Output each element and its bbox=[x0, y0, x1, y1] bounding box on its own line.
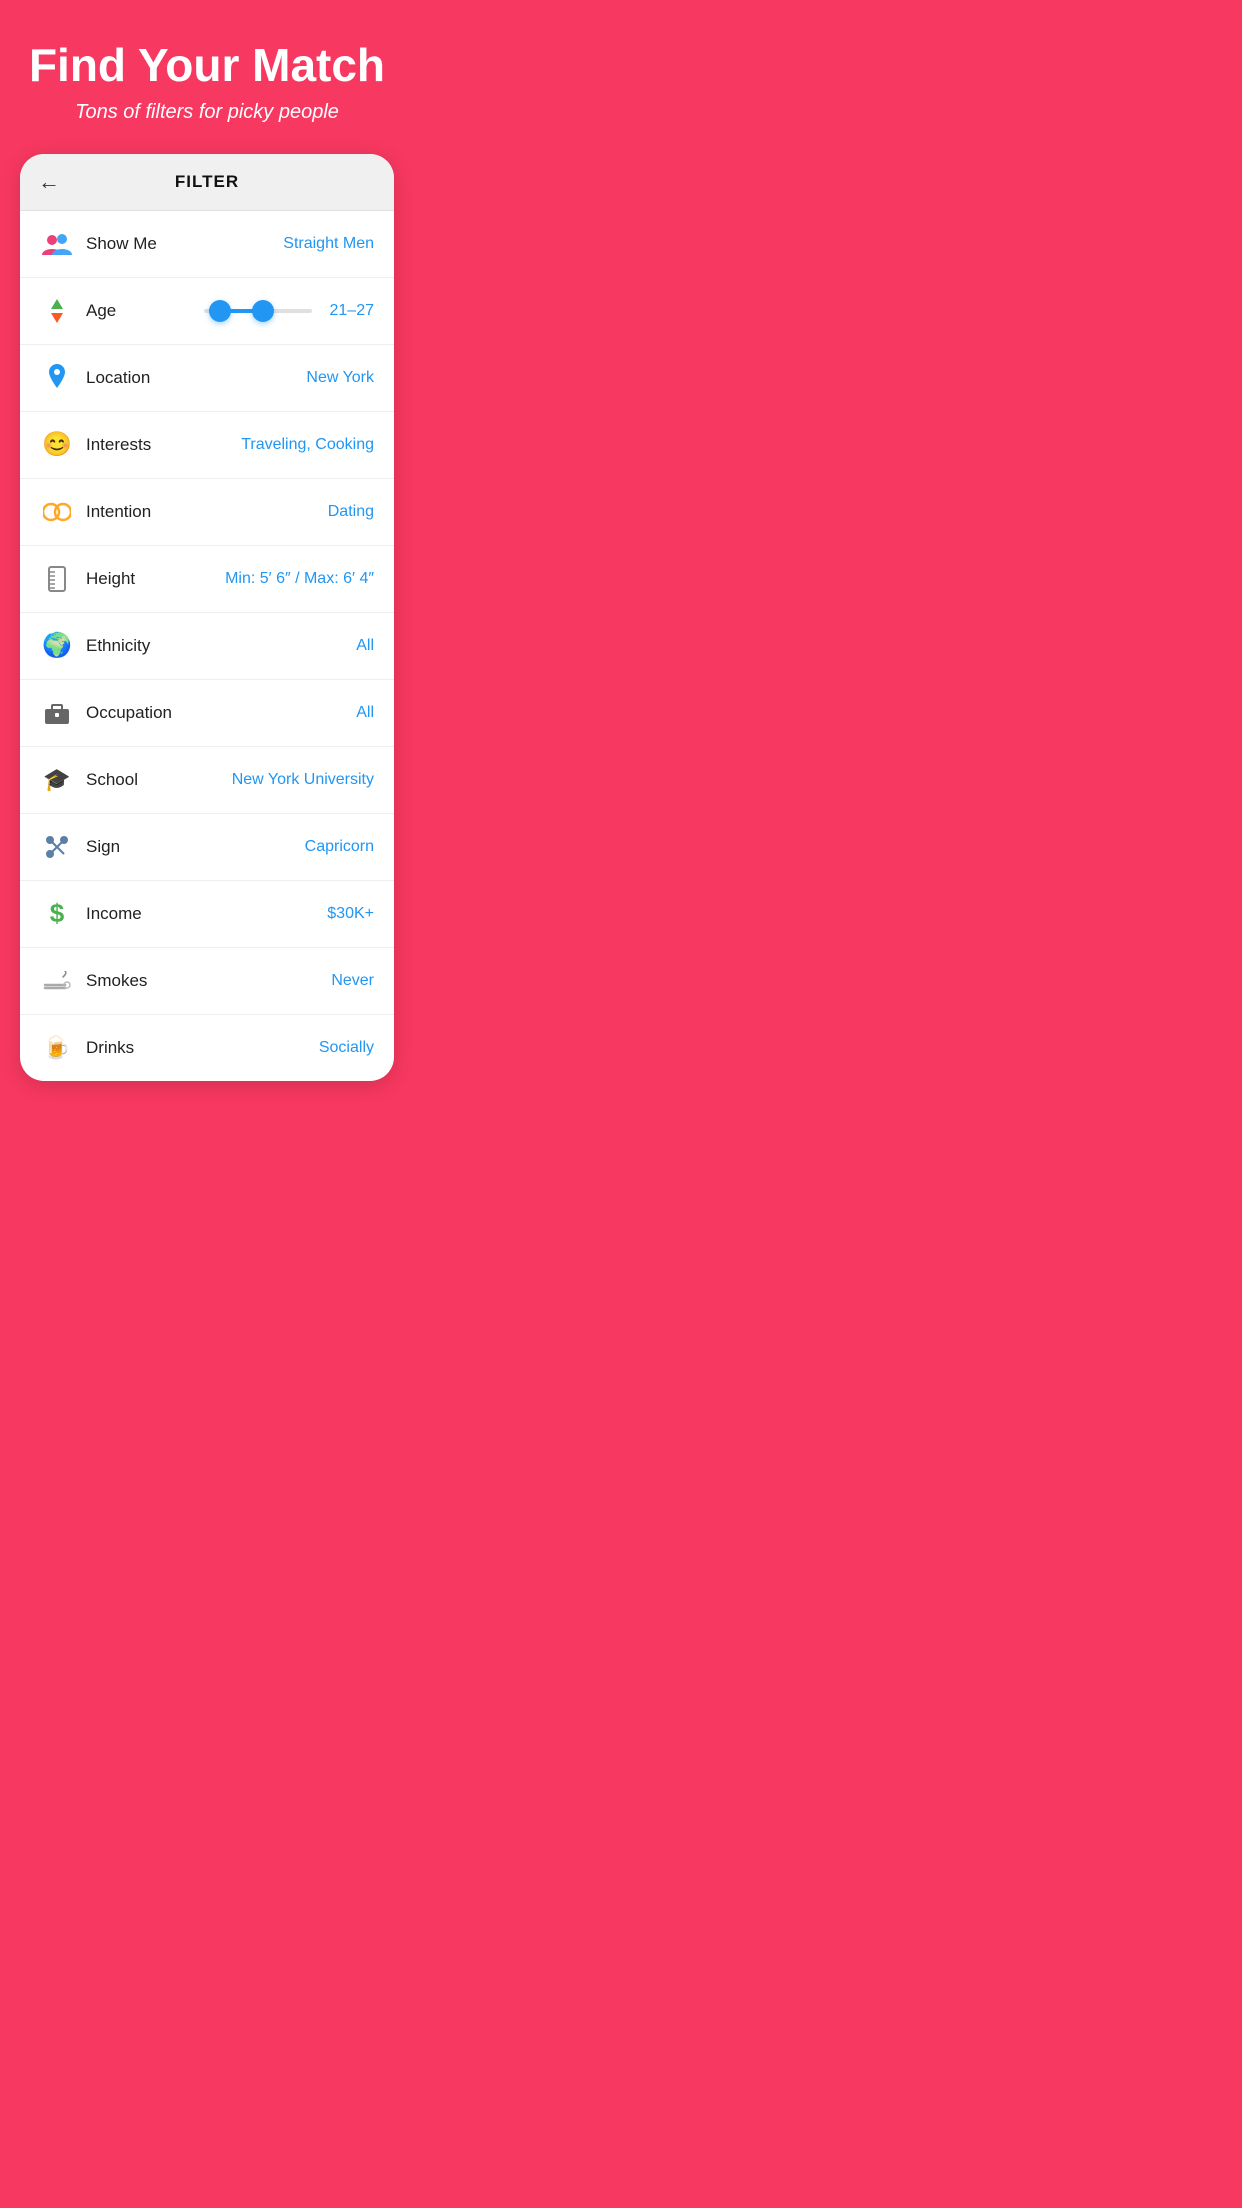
filter-title: FILTER bbox=[175, 172, 239, 192]
income-value: $30K+ bbox=[327, 905, 374, 923]
ethnicity-icon: 🌍 bbox=[40, 629, 74, 663]
income-icon: $ bbox=[40, 897, 74, 931]
ethnicity-label: Ethnicity bbox=[86, 636, 356, 656]
occupation-value: All bbox=[356, 704, 374, 722]
people-icon bbox=[40, 227, 74, 261]
filter-item-school[interactable]: 🎓 School New York University bbox=[20, 747, 394, 814]
smokes-value: Never bbox=[331, 972, 374, 990]
hero-title: Find Your Match bbox=[29, 40, 385, 91]
show-me-value: Straight Men bbox=[283, 235, 374, 253]
age-slider[interactable] bbox=[204, 309, 312, 313]
filter-item-interests[interactable]: 😊 Interests Traveling, Cooking bbox=[20, 412, 394, 479]
age-label: Age bbox=[86, 301, 194, 321]
school-label: School bbox=[86, 770, 232, 790]
filter-list: Show Me Straight Men Age 21–27 bbox=[20, 211, 394, 1081]
sign-label: Sign bbox=[86, 837, 305, 857]
ethnicity-value: All bbox=[356, 637, 374, 655]
slider-thumb-max[interactable] bbox=[252, 300, 274, 322]
filter-item-drinks[interactable]: 🍺 Drinks Socially bbox=[20, 1015, 394, 1081]
filter-item-age[interactable]: Age 21–27 bbox=[20, 278, 394, 345]
interests-icon: 😊 bbox=[40, 428, 74, 462]
location-value: New York bbox=[306, 369, 374, 387]
card-header: ← FILTER bbox=[20, 154, 394, 211]
smokes-icon bbox=[40, 964, 74, 998]
drinks-label: Drinks bbox=[86, 1038, 319, 1058]
age-value: 21–27 bbox=[330, 302, 375, 320]
interests-value: Traveling, Cooking bbox=[241, 436, 374, 454]
filter-item-income[interactable]: $ Income $30K+ bbox=[20, 881, 394, 948]
filter-item-show-me[interactable]: Show Me Straight Men bbox=[20, 211, 394, 278]
filter-item-ethnicity[interactable]: 🌍 Ethnicity All bbox=[20, 613, 394, 680]
location-icon bbox=[40, 361, 74, 395]
filter-item-sign[interactable]: Sign Capricorn bbox=[20, 814, 394, 881]
slider-thumb-min[interactable] bbox=[209, 300, 231, 322]
sign-value: Capricorn bbox=[305, 838, 374, 856]
occupation-label: Occupation bbox=[86, 703, 356, 723]
height-label: Height bbox=[86, 569, 225, 589]
back-button[interactable]: ← bbox=[38, 169, 60, 195]
sign-icon bbox=[40, 830, 74, 864]
height-value: Min: 5′ 6″ / Max: 6′ 4″ bbox=[225, 570, 374, 588]
interests-label: Interests bbox=[86, 435, 241, 455]
occupation-icon bbox=[40, 696, 74, 730]
drinks-value: Socially bbox=[319, 1039, 374, 1057]
filter-item-location[interactable]: Location New York bbox=[20, 345, 394, 412]
drinks-icon: 🍺 bbox=[40, 1031, 74, 1065]
school-icon: 🎓 bbox=[40, 763, 74, 797]
filter-item-occupation[interactable]: Occupation All bbox=[20, 680, 394, 747]
filter-item-smokes[interactable]: Smokes Never bbox=[20, 948, 394, 1015]
filter-item-intention[interactable]: Intention Dating bbox=[20, 479, 394, 546]
school-value: New York University bbox=[232, 771, 374, 789]
intention-label: Intention bbox=[86, 502, 328, 522]
location-label: Location bbox=[86, 368, 306, 388]
intention-icon bbox=[40, 495, 74, 529]
age-icon bbox=[40, 294, 74, 328]
show-me-label: Show Me bbox=[86, 234, 283, 254]
hero-subtitle: Tons of filters for picky people bbox=[75, 101, 339, 124]
filter-card: ← FILTER Show Me Straight Men bbox=[20, 154, 394, 1081]
filter-item-height[interactable]: Height Min: 5′ 6″ / Max: 6′ 4″ bbox=[20, 546, 394, 613]
height-icon bbox=[40, 562, 74, 596]
intention-value: Dating bbox=[328, 503, 374, 521]
income-label: Income bbox=[86, 904, 327, 924]
smokes-label: Smokes bbox=[86, 971, 331, 991]
slider-track bbox=[204, 309, 312, 313]
